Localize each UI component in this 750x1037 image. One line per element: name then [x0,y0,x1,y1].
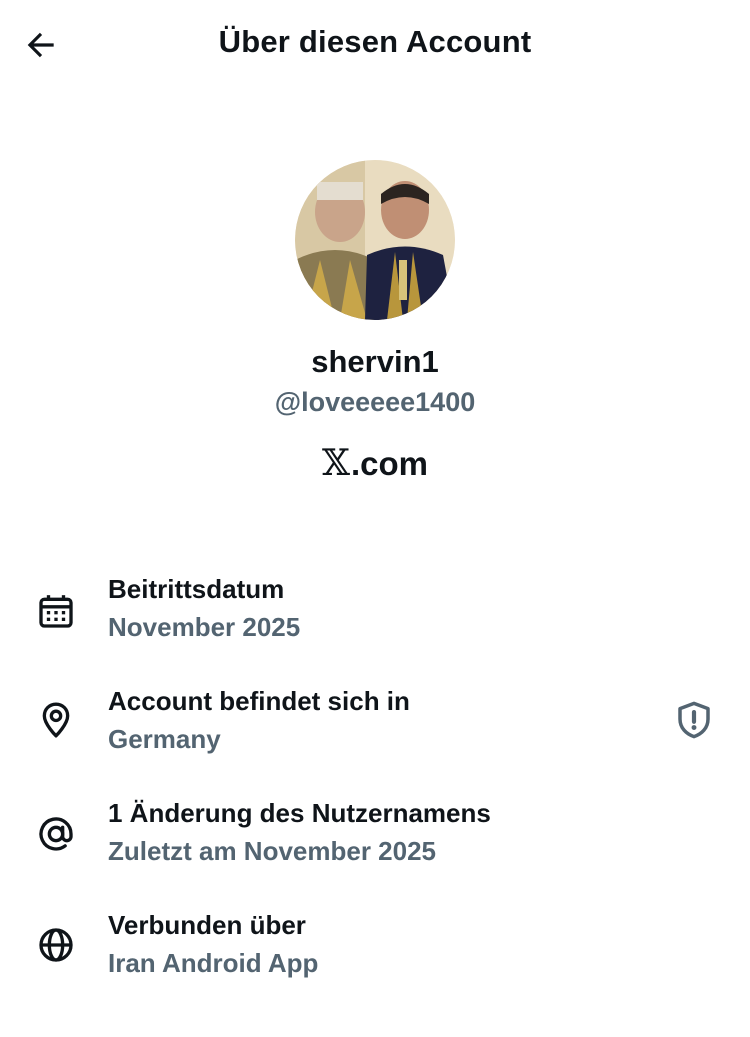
avatar[interactable] [295,160,455,320]
info-title: Beitrittsdatum [108,574,285,604]
globe-icon [32,921,80,969]
info-title: 1 Änderung des Nutzernamens [108,798,491,828]
at-sign-icon [32,810,80,858]
info-title: Account befindet sich in [108,686,410,716]
info-row-location: Account befindet sich in Germany [0,682,750,772]
platform-domain: .com [350,444,428,482]
page-title: Über diesen Account [218,24,532,59]
calendar-icon [32,587,80,635]
header: Über diesen Account [0,0,750,90]
shield-alert-icon [678,701,710,739]
location-pin-icon [32,696,80,744]
info-row-username-changes: 1 Änderung des Nutzernamens Zuletzt am N… [0,794,750,884]
x-logo-icon: 𝕏 [322,443,350,484]
info-value: Zuletzt am November 2025 [108,836,437,866]
info-row-join-date: Beitrittsdatum November 2025 [0,570,750,660]
display-name: shervin1 [311,344,439,379]
info-row-connected-via: Verbunden über Iran Android App [0,906,750,996]
platform-label: 𝕏 .com [0,443,750,484]
info-title: Verbunden über [108,910,306,940]
user-handle: @loveeeee1400 [274,387,476,417]
avatar-image [295,160,455,320]
info-value: Iran Android App [108,948,319,978]
shield-alert-button[interactable] [670,696,718,744]
info-value: Germany [108,724,221,754]
info-value: November 2025 [108,612,301,642]
